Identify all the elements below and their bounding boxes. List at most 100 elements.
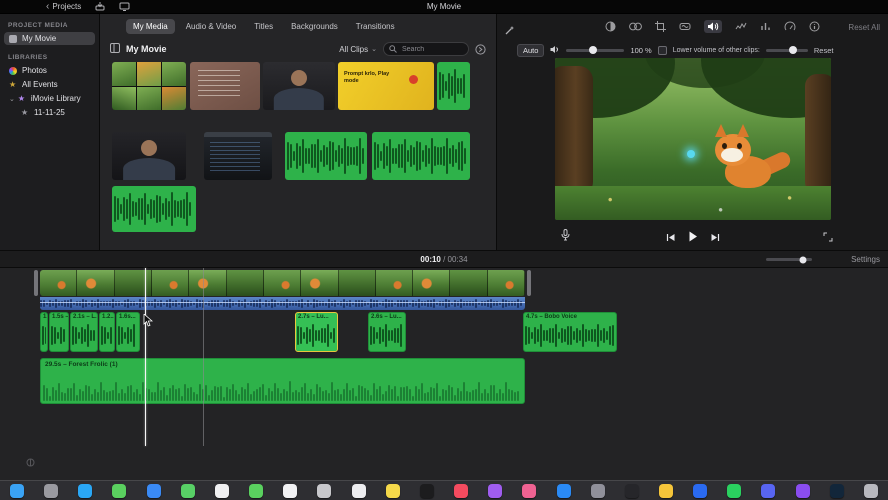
trim-handle-left[interactable] (34, 270, 38, 296)
dock-icon-podcasts[interactable] (488, 483, 503, 498)
media-clip-thumbnail[interactable]: Prompt krlo, Play mode (338, 62, 434, 110)
dock-icon-imovie[interactable] (795, 483, 810, 498)
sidebar-item-my-movie[interactable]: My Movie (4, 32, 95, 45)
voiceover-mic-icon[interactable] (561, 228, 570, 246)
import-media-icon[interactable] (95, 2, 105, 11)
media-audio-thumbnail[interactable] (372, 132, 470, 180)
volume-icon[interactable] (704, 20, 722, 33)
timeline-audio-clip[interactable]: 2.7s – Lu... (295, 312, 338, 352)
eq-icon[interactable] (760, 21, 771, 32)
media-clip-thumbnail[interactable] (204, 132, 272, 180)
tab-titles[interactable]: Titles (247, 19, 280, 34)
media-audio-thumbnail[interactable] (285, 132, 367, 180)
search-field[interactable] (383, 42, 469, 56)
dock-icon-facetime[interactable] (249, 483, 264, 498)
trim-handle-right[interactable] (527, 270, 531, 296)
fullscreen-icon[interactable] (823, 229, 833, 247)
dock-icon-discord[interactable] (761, 483, 776, 498)
timeline-video-clip[interactable] (40, 270, 525, 296)
speed-icon[interactable] (784, 21, 796, 32)
dock-icon-contacts[interactable] (317, 483, 332, 498)
dock-icon-safari[interactable] (78, 483, 93, 498)
lower-volume-checkbox[interactable] (657, 45, 667, 55)
dock-icon-photos[interactable] (214, 483, 229, 498)
dock-icon-messages[interactable] (112, 483, 127, 498)
color-correction-icon[interactable] (629, 21, 642, 32)
media-clip-thumbnail[interactable] (112, 62, 186, 110)
dock-icon-finder[interactable] (10, 483, 24, 498)
dock-icon-vscode[interactable] (693, 483, 708, 498)
library-list-icon[interactable] (110, 40, 120, 58)
dock-icon-spotify[interactable] (727, 483, 742, 498)
libraries-header: LIBRARIES (8, 54, 48, 61)
search-input[interactable] (400, 44, 462, 54)
waveform-graphic (374, 136, 468, 176)
dock-icon-appstore[interactable] (556, 483, 571, 498)
dock-icon-chrome[interactable] (658, 483, 673, 498)
stabilization-icon[interactable] (679, 21, 691, 32)
tab-transitions[interactable]: Transitions (349, 19, 402, 34)
playhead[interactable] (145, 268, 146, 446)
back-to-projects-button[interactable]: ‹ Projects (46, 1, 81, 11)
dock-icon-mail[interactable] (146, 483, 161, 498)
timeline-zoom-slider[interactable] (766, 256, 812, 263)
slider-knob[interactable] (799, 256, 807, 263)
dock-icon-trash[interactable] (863, 483, 878, 498)
media-clip-thumbnail[interactable] (263, 62, 335, 110)
tab-audio-video[interactable]: Audio & Video (179, 19, 244, 34)
dock-icon-notes[interactable] (385, 483, 400, 498)
chevron-down-icon: ⌄ (371, 46, 377, 53)
filmstrip-frame (487, 270, 525, 296)
clip-appearance-icon[interactable] (475, 43, 486, 55)
clip-filter-dropdown[interactable]: All Clips ⌄ (339, 45, 377, 54)
sidebar-item-11-11-25[interactable]: 11-11-25 (16, 106, 95, 119)
timeline-audio-clip[interactable]: 1.6s... (116, 312, 140, 352)
sidebar-item-imovie-library[interactable]: ⌄ iMovie Library (4, 92, 95, 105)
timeline-audio-clip[interactable]: 4.7s – Bobo Voice (523, 312, 617, 352)
slider-knob[interactable] (588, 46, 597, 54)
dock-icon-settings[interactable] (590, 483, 605, 498)
noise-reduction-icon[interactable] (735, 21, 747, 32)
timeline-audio-clip[interactable]: 2.6s – Lu... (368, 312, 406, 352)
dock-icon-music[interactable] (454, 483, 469, 498)
slider-knob[interactable] (789, 46, 798, 54)
tab-my-media[interactable]: My Media (126, 19, 175, 34)
reset-all-button[interactable]: Reset All (848, 23, 880, 32)
sidebar-item-all-events[interactable]: All Events (4, 78, 95, 91)
media-audio-thumbnail[interactable] (437, 62, 470, 110)
timeline-audio-clip[interactable]: 1.2... (99, 312, 115, 352)
dock-icon-tv[interactable] (419, 483, 434, 498)
timeline-audio-clip[interactable]: 1... (40, 312, 48, 352)
auto-volume-button[interactable]: Auto (517, 43, 545, 57)
timeline-video-audio-track[interactable] (40, 297, 525, 310)
dock-icon-launchpad[interactable] (44, 483, 59, 498)
timeline-settings-button[interactable]: Settings (851, 255, 880, 264)
media-clip-thumbnail[interactable] (112, 132, 186, 180)
media-audio-thumbnail[interactable] (112, 186, 196, 232)
play-button[interactable] (688, 229, 697, 247)
previous-button[interactable] (665, 229, 675, 247)
info-icon[interactable] (809, 21, 820, 32)
sidebar-item-photos[interactable]: Photos (4, 64, 95, 77)
timeline-audio-clip[interactable]: 1.5s –... (49, 312, 69, 352)
dock-icon-news[interactable] (522, 483, 537, 498)
enhance-icon[interactable] (505, 22, 515, 40)
color-balance-icon[interactable] (605, 21, 616, 32)
crop-icon[interactable] (655, 21, 666, 32)
timeline-music-clip[interactable]: 29.5s – Forest Frolic (1) (40, 358, 525, 404)
dock-icon-reminders[interactable] (351, 483, 366, 498)
next-button[interactable] (710, 229, 720, 247)
dock-icon-calendar[interactable] (283, 483, 298, 498)
ducking-slider[interactable] (765, 46, 808, 54)
tab-backgrounds[interactable]: Backgrounds (284, 19, 345, 34)
chevron-down-icon[interactable]: ⌄ (9, 95, 15, 103)
timeline-audio-clip[interactable]: 2.1s – L... (70, 312, 98, 352)
dock-icon-terminal[interactable] (624, 483, 639, 498)
reset-button[interactable]: Reset (814, 46, 834, 55)
volume-line[interactable] (40, 301, 525, 303)
dock-icon-maps[interactable] (180, 483, 195, 498)
dock-icon-photoshop[interactable] (829, 483, 844, 498)
volume-slider[interactable] (566, 46, 625, 54)
media-clip-thumbnail[interactable] (190, 62, 260, 110)
display-icon[interactable] (119, 2, 130, 11)
